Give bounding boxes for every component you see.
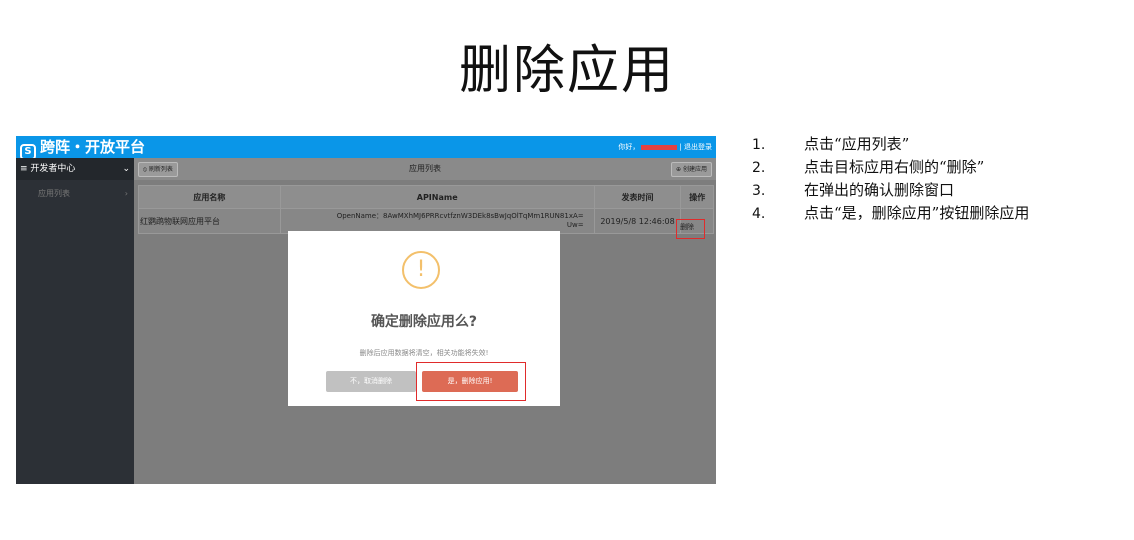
brand[interactable]: S 跨阵・开放平台 (20, 136, 146, 160)
modal-message: 删除后应用数据将清空，相关功能将失效! (359, 349, 489, 357)
sidebar: ≡ 开发者中心 ⌄ 应用列表 › (16, 158, 134, 484)
instruction-steps: 1. 点击“应用列表” 2. 点击目标应用右侧的“删除” 3. 在弹出的确认删除窗口 … (752, 133, 1029, 225)
refresh-button[interactable]: ⦸ 刷新列表 (138, 162, 178, 177)
confirm-delete-modal: ! 确定删除应用么? 删除后应用数据将清空，相关功能将失效! 不，取消删除 是，… (288, 231, 560, 406)
top-bar: S 跨阵・开放平台 你好， | 退出登录 (16, 136, 716, 160)
step-item: 3. 在弹出的确认删除窗口 (752, 179, 1029, 202)
plus-circle-icon: ⊕ (676, 166, 682, 173)
chevron-right-icon: › (124, 189, 128, 198)
apiname-line-2: Uw= (566, 221, 584, 229)
column-header-name: 应用名称 (138, 185, 281, 209)
refresh-label: 刷新列表 (148, 166, 173, 173)
warning-icon: ! (402, 251, 440, 289)
table-row: 红鹦鹉物联网应用平台 OpenName：8AwMXhMJ6PRRcvtfznW3… (138, 208, 714, 234)
user-area: 你好， | 退出登录 (618, 136, 712, 158)
column-header-apiname: APIName (279, 185, 595, 209)
step-item: 1. 点击“应用列表” (752, 133, 1029, 156)
step-number: 4. (752, 206, 766, 222)
step-item: 4. 点击“是，删除应用”按钮删除应用 (752, 202, 1029, 225)
refresh-icon: ⦸ (143, 166, 147, 173)
step-text: 点击“应用列表” (804, 135, 910, 153)
step-number: 2. (752, 160, 766, 176)
delete-highlight-box (676, 219, 705, 239)
column-header-action: 操作 (680, 185, 714, 209)
slide-title: 删除应用 (458, 41, 675, 101)
app-screenshot: S 跨阵・开放平台 你好， | 退出登录 ≡ 开发者中心 ⌄ 应用列表 › 应用列表… (16, 136, 716, 484)
step-text: 点击“是，删除应用”按钮删除应用 (804, 204, 1030, 222)
list-title: 应用列表 (409, 164, 441, 173)
step-number: 3. (752, 183, 766, 199)
confirm-highlight-box (416, 362, 526, 401)
step-text: 点击目标应用右侧的“删除” (804, 158, 985, 176)
cell-apiname: OpenName：8AwMXhMJ6PRRcvtfznW3DEk8sBwJqOl… (279, 208, 595, 234)
brand-name: 跨阵・开放平台 (40, 138, 146, 156)
logout-link[interactable]: | 退出登录 (679, 143, 712, 151)
column-header-time: 发表时间 (593, 185, 682, 209)
create-app-button[interactable]: ⊕ 创建应用 (671, 162, 712, 177)
cell-time: 2019/5/8 12:46:08 (593, 208, 682, 234)
table-header-row: 应用名称 APIName 发表时间 操作 (138, 185, 714, 209)
sidebar-header[interactable]: ≡ 开发者中心 ⌄ (16, 158, 134, 180)
app-table: 应用名称 APIName 发表时间 操作 红鹦鹉物联网应用平台 OpenName… (138, 185, 714, 234)
step-number: 1. (752, 137, 766, 153)
modal-title: 确定删除应用么? (370, 314, 478, 330)
cancel-delete-button[interactable]: 不，取消删除 (326, 371, 416, 392)
cell-app-name: 红鹦鹉物联网应用平台 (138, 208, 281, 234)
toolbar: 应用列表 ⦸ 刷新列表 ⊕ 创建应用 (134, 158, 716, 180)
greeting-text: 你好， (618, 143, 640, 151)
sidebar-item-app-list[interactable]: 应用列表 › (16, 184, 134, 204)
sidebar-item-label: 应用列表 (38, 189, 70, 198)
create-label: 创建应用 (682, 166, 707, 173)
step-item: 2. 点击目标应用右侧的“删除” (752, 156, 1029, 179)
step-text: 在弹出的确认删除窗口 (804, 181, 955, 199)
apiname-line-1: OpenName：8AwMXhMJ6PRRcvtfznW3DEk8sBwJqOl… (336, 212, 584, 220)
chevron-down-icon: ⌄ (122, 164, 130, 174)
sidebar-header-label: ≡ 开发者中心 (20, 164, 76, 174)
redacted-username (641, 144, 678, 150)
